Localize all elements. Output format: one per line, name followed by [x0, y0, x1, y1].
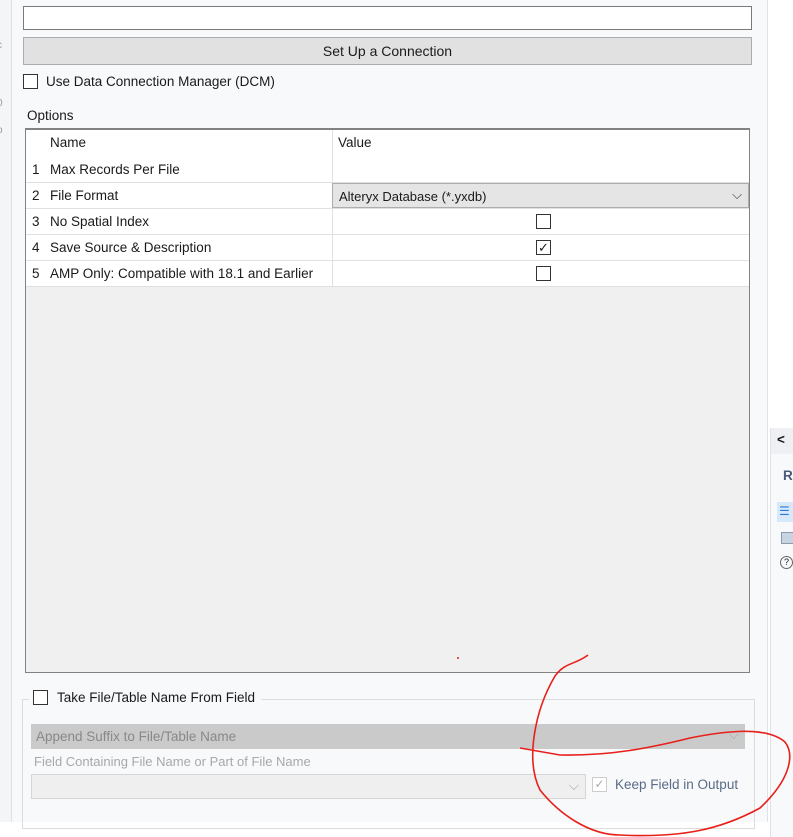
- append-mode-dropdown[interactable]: Append Suffix to File/Table Name ⌵: [31, 724, 745, 749]
- header-value: Value: [338, 135, 372, 150]
- chevron-down-icon: ⌵: [732, 187, 742, 202]
- tool-icon[interactable]: o: [0, 125, 3, 136]
- keep-field-checkbox[interactable]: ✓: [592, 777, 607, 792]
- keep-field-label: Keep Field in Output: [615, 777, 739, 792]
- right-side-panel: < R ☰ ?: [770, 428, 793, 837]
- tool-icon[interactable]: c: [0, 40, 2, 51]
- amp-only-checkbox[interactable]: [536, 266, 551, 281]
- left-toolbar-strip: › c › 0 o: [0, 0, 12, 822]
- take-name-row[interactable]: Take File/Table Name From Field: [29, 690, 262, 705]
- no-spatial-index-checkbox[interactable]: [536, 214, 551, 229]
- setup-connection-button[interactable]: Set Up a Connection: [23, 37, 752, 65]
- value-cell: [332, 209, 749, 234]
- take-name-checkbox[interactable]: [33, 690, 48, 705]
- value-cell: [332, 261, 749, 286]
- row-number: 4: [32, 240, 40, 255]
- keep-field-row[interactable]: ✓ Keep Field in Output: [592, 777, 738, 792]
- row-name: Max Records Per File: [50, 162, 180, 177]
- row-name: File Format: [50, 188, 119, 203]
- row-number: 5: [32, 266, 40, 281]
- row-name: AMP Only: Compatible with 18.1 and Earli…: [50, 266, 314, 281]
- field-dropdown[interactable]: ⌵: [31, 774, 586, 799]
- table-row[interactable]: 4 Save Source & Description ✓: [26, 235, 749, 261]
- chevron-down-icon: ⌵: [728, 727, 739, 742]
- chevron-down-icon: ⌵: [568, 778, 579, 793]
- table-row[interactable]: 1 Max Records Per File: [26, 157, 749, 183]
- row-name: No Spatial Index: [50, 214, 150, 229]
- value-cell: ✓: [332, 235, 749, 260]
- dcm-checkbox[interactable]: [23, 74, 38, 89]
- tool-icon[interactable]: 0: [0, 98, 3, 109]
- take-name-label: Take File/Table Name From Field: [57, 690, 256, 705]
- row-number: 3: [32, 214, 40, 229]
- max-records-value[interactable]: [332, 157, 749, 182]
- field-label: Field Containing File Name or Part of Fi…: [34, 754, 311, 769]
- file-format-value: Alteryx Database (*.yxdb): [339, 189, 487, 204]
- row-number: 2: [32, 188, 40, 203]
- table-row[interactable]: 3 No Spatial Index: [26, 209, 749, 235]
- dcm-label: Use Data Connection Manager (DCM): [46, 74, 275, 89]
- dcm-checkbox-row[interactable]: Use Data Connection Manager (DCM): [23, 74, 275, 89]
- collapse-button[interactable]: <: [771, 428, 793, 454]
- help-icon[interactable]: ?: [780, 556, 793, 569]
- row-name: Save Source & Description: [50, 240, 212, 255]
- options-grid: Name Value 1 Max Records Per File 2 File…: [25, 128, 750, 673]
- table-row[interactable]: 5 AMP Only: Compatible with 18.1 and Ear…: [26, 261, 749, 287]
- tag-icon[interactable]: [781, 532, 793, 544]
- options-label: Options: [27, 108, 74, 123]
- list-icon[interactable]: ☰: [777, 502, 793, 522]
- append-mode-value: Append Suffix to File/Table Name: [36, 729, 237, 744]
- results-tab-label[interactable]: R: [771, 454, 793, 483]
- row-number: 1: [32, 162, 40, 177]
- connection-input[interactable]: [23, 6, 752, 30]
- header-name: Name: [50, 135, 87, 150]
- save-source-checkbox[interactable]: ✓: [536, 240, 551, 255]
- table-row[interactable]: 2 File Format Alteryx Database (*.yxdb) ⌵: [26, 183, 749, 209]
- grid-header: Name Value: [26, 130, 749, 182]
- file-format-dropdown[interactable]: Alteryx Database (*.yxdb) ⌵: [332, 183, 749, 208]
